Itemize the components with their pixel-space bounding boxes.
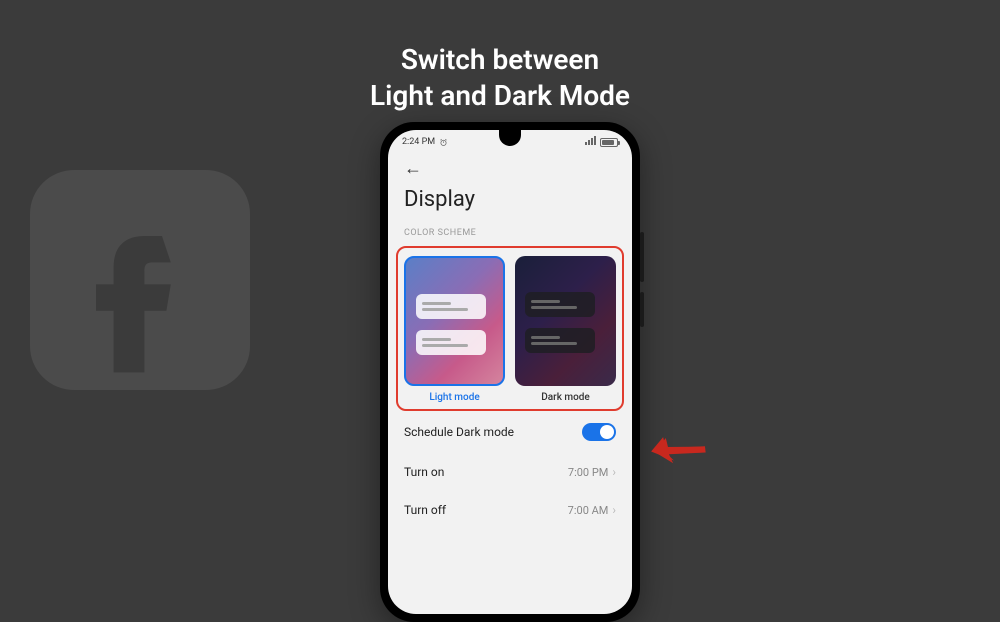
signal-icon bbox=[585, 136, 597, 148]
color-scheme-highlight: Light mode Dark mode bbox=[396, 246, 624, 411]
turn-on-time: 7:00 PM bbox=[568, 466, 608, 479]
phone-frame: 2:24 PM ← Display COLOR SCHEME bbox=[380, 122, 640, 622]
battery-icon bbox=[600, 138, 618, 147]
turn-off-row[interactable]: Turn off 7:00 AM › bbox=[388, 491, 632, 529]
schedule-dark-mode-row[interactable]: Schedule Dark mode bbox=[388, 411, 632, 453]
pointer-arrow-icon bbox=[642, 417, 715, 482]
light-mode-label: Light mode bbox=[429, 392, 479, 403]
dark-mode-option[interactable]: Dark mode bbox=[515, 256, 616, 403]
status-time: 2:24 PM bbox=[402, 137, 435, 147]
turn-on-row[interactable]: Turn on 7:00 PM › bbox=[388, 453, 632, 491]
instruction-title: Switch between Light and Dark Mode bbox=[0, 42, 1000, 115]
schedule-toggle[interactable] bbox=[582, 423, 616, 441]
dark-mode-label: Dark mode bbox=[541, 392, 590, 403]
schedule-dark-mode-label: Schedule Dark mode bbox=[404, 425, 514, 439]
turn-off-time: 7:00 AM bbox=[568, 504, 609, 517]
phone-screen: 2:24 PM ← Display COLOR SCHEME bbox=[388, 130, 632, 614]
dark-mode-preview bbox=[515, 256, 616, 386]
turn-off-label: Turn off bbox=[404, 503, 446, 517]
chevron-right-icon: › bbox=[612, 503, 616, 517]
page-title: Display bbox=[388, 183, 632, 222]
back-arrow-icon: ← bbox=[404, 158, 422, 179]
facebook-watermark-icon bbox=[30, 170, 250, 390]
back-button[interactable]: ← bbox=[388, 150, 632, 183]
light-mode-preview bbox=[404, 256, 505, 386]
turn-on-label: Turn on bbox=[404, 465, 444, 479]
light-mode-option[interactable]: Light mode bbox=[404, 256, 505, 403]
alarm-icon bbox=[439, 138, 448, 147]
section-label: COLOR SCHEME bbox=[388, 222, 632, 246]
chevron-right-icon: › bbox=[612, 465, 616, 479]
